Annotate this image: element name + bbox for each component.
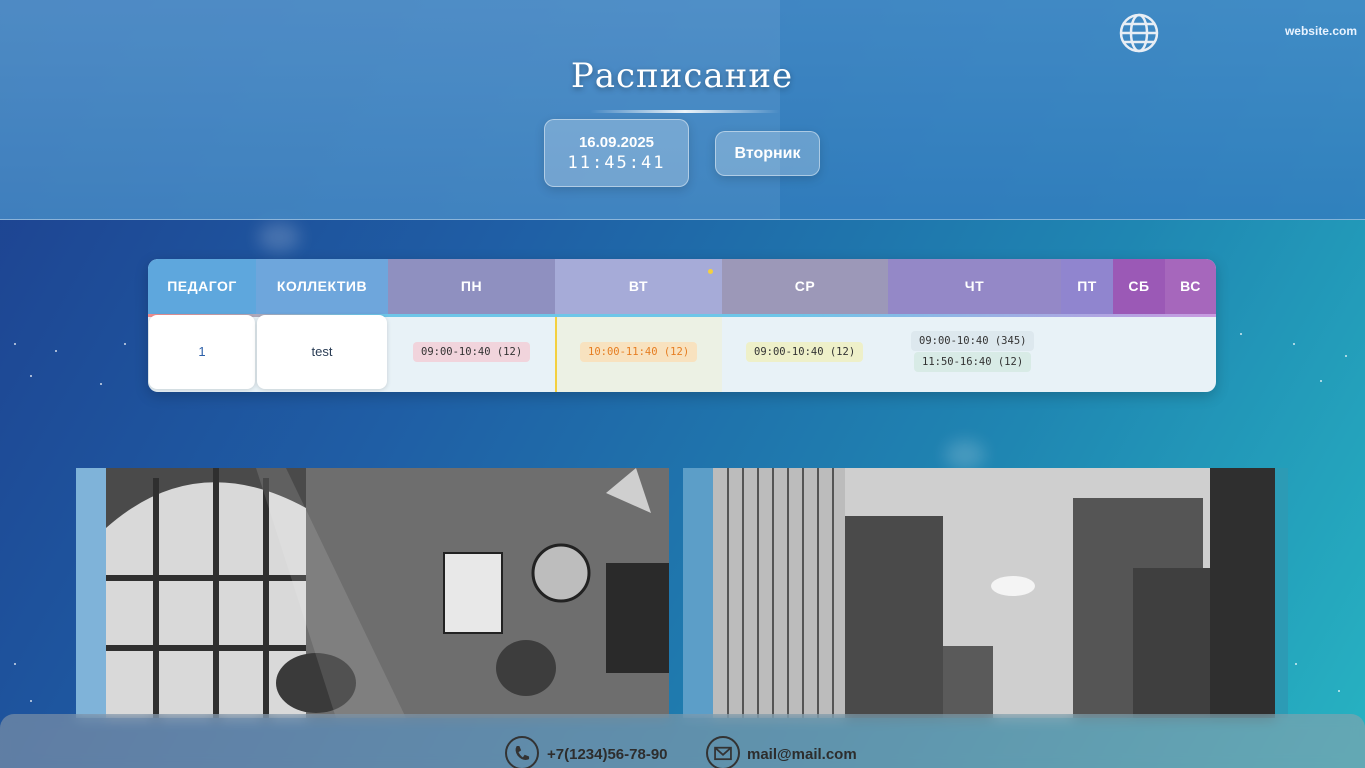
lesson-chip-thu-1[interactable]: 09:00-10:40 (345) xyxy=(911,331,1035,351)
schedule-table: ПЕДАГОГ КОЛЛЕКТИВ ПН ВТ СР ЧТ ПТ СБ ВС 1… xyxy=(148,259,1216,392)
globe-icon[interactable] xyxy=(1118,12,1160,54)
column-header-sat: СБ xyxy=(1113,259,1165,314)
lesson-chip-tue[interactable]: 10:00-11:40 (12) xyxy=(580,342,698,362)
column-header-group: КОЛЛЕКТИВ xyxy=(256,259,388,314)
today-marker xyxy=(708,269,713,274)
column-header-thu: ЧТ xyxy=(888,259,1061,314)
lesson-chip-mon[interactable]: 09:00-10:40 (12) xyxy=(413,342,531,362)
site-link[interactable]: website.com xyxy=(1262,24,1357,38)
footer-email[interactable]: mail@mail.com xyxy=(747,746,857,763)
current-date: 16.09.2025 xyxy=(578,134,655,151)
teacher-cell: 1 xyxy=(149,315,255,389)
lesson-chip-wed[interactable]: 09:00-10:40 (12) xyxy=(746,342,864,362)
city-photo xyxy=(683,468,1288,718)
weekday-button[interactable]: Вторник xyxy=(715,131,820,176)
current-time: 11:45:41 xyxy=(567,153,666,173)
column-header-fri: ПТ xyxy=(1061,259,1113,314)
cafe-photo xyxy=(76,468,669,718)
column-header-wed: СР xyxy=(722,259,888,314)
footer-bar xyxy=(0,714,1365,768)
mail-icon[interactable] xyxy=(706,736,740,768)
title-underline xyxy=(590,110,780,113)
page-title: Расписание xyxy=(570,56,794,96)
lesson-chip-thu-2[interactable]: 11:50-16:40 (12) xyxy=(914,352,1032,372)
column-header-teacher: ПЕДАГОГ xyxy=(148,259,256,314)
group-cell: test xyxy=(257,315,387,389)
datetime-box: 16.09.2025 11:45:41 xyxy=(544,119,689,187)
footer-phone[interactable]: +7(1234)56-78-90 xyxy=(547,746,668,763)
phone-icon[interactable] xyxy=(505,736,539,768)
column-header-tue: ВТ xyxy=(555,259,722,314)
column-header-mon: ПН xyxy=(388,259,555,314)
column-header-sun: ВС xyxy=(1165,259,1216,314)
